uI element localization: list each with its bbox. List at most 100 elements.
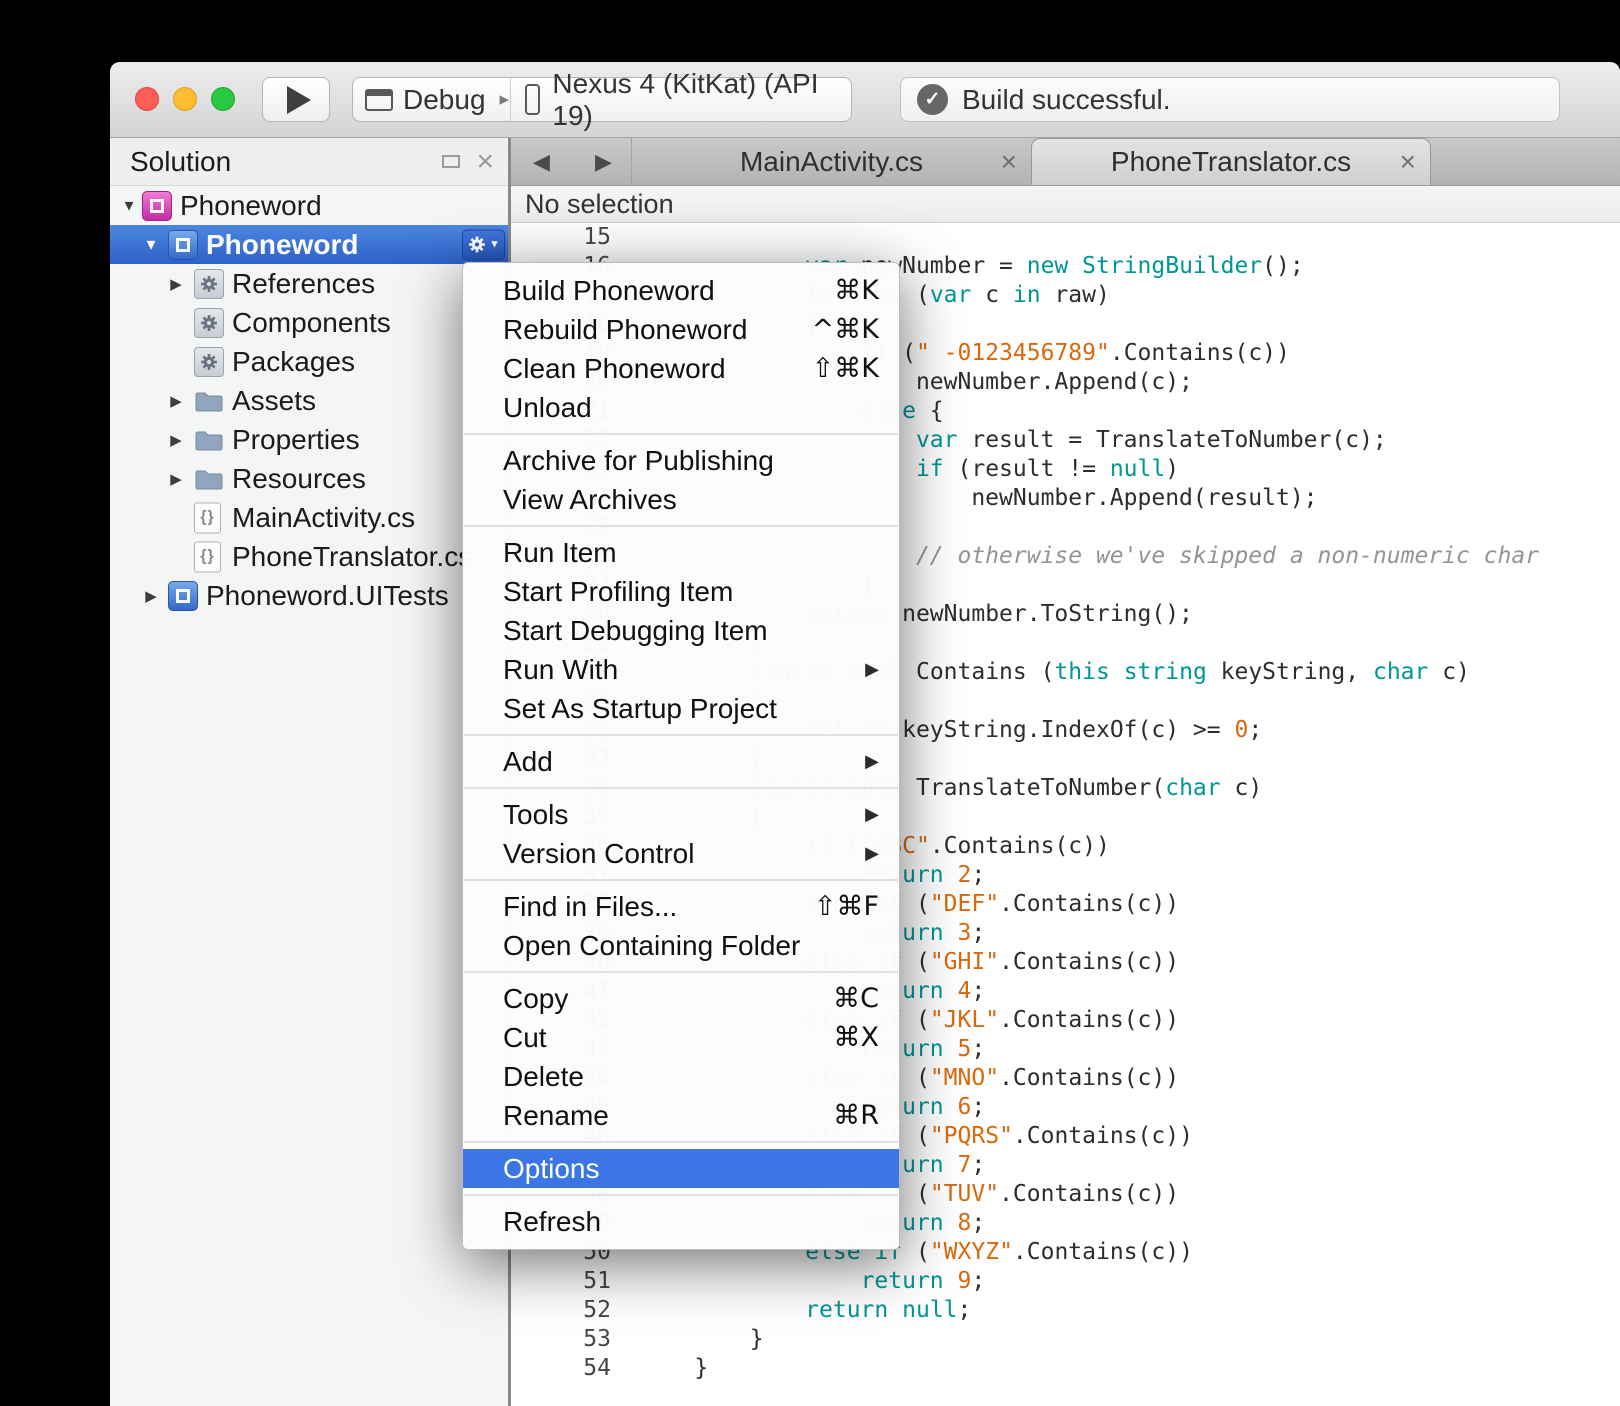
disclosure-triangle-icon[interactable]: ▶ xyxy=(165,431,187,449)
menu-shortcut: ⌘R xyxy=(833,1100,879,1131)
configuration-label: Debug xyxy=(403,84,486,116)
menu-item-set-as-startup-project[interactable]: Set As Startup Project xyxy=(463,689,899,728)
tree-item-phoneword-uitests[interactable]: ▶Phoneword.UITests xyxy=(110,576,508,615)
chevron-right-icon: ▸ xyxy=(500,88,510,111)
run-button[interactable] xyxy=(262,77,330,122)
menu-item-label: Start Debugging Item xyxy=(503,615,879,647)
submenu-arrow-icon: ▶ xyxy=(865,804,879,825)
line-number: 52 xyxy=(511,1296,611,1325)
titlebar: Debug ▸ Nexus 4 (KitKat) (API 19) ✓ Buil… xyxy=(110,62,1620,138)
close-window-button[interactable] xyxy=(135,87,159,111)
folder-icon xyxy=(194,386,224,416)
submenu-arrow-icon: ▶ xyxy=(865,751,879,772)
disclosure-triangle-icon[interactable]: ▶ xyxy=(165,392,187,410)
menu-item-label: Options xyxy=(503,1153,879,1185)
menu-item-label: Delete xyxy=(503,1061,879,1093)
tree-item-assets[interactable]: ▶ Assets xyxy=(110,381,508,420)
menu-item-build-phoneword[interactable]: Build Phoneword⌘K xyxy=(463,271,899,310)
menu-item-refresh[interactable]: Refresh xyxy=(463,1202,899,1241)
zoom-window-button[interactable] xyxy=(211,87,235,111)
menu-item-label: Start Profiling Item xyxy=(503,576,879,608)
menu-item-delete[interactable]: Delete xyxy=(463,1057,899,1096)
menu-separator xyxy=(464,433,898,435)
submenu-arrow-icon: ▶ xyxy=(865,659,879,680)
close-tab-icon[interactable]: × xyxy=(1400,148,1416,176)
menu-item-unload[interactable]: Unload xyxy=(463,388,899,427)
tree-item-resources[interactable]: ▶Resources xyxy=(110,459,508,498)
minimize-window-button[interactable] xyxy=(173,87,197,111)
tree-item-mainactivity-cs[interactable]: {}MainActivity.cs xyxy=(110,498,508,537)
menu-item-run-with[interactable]: Run With▶ xyxy=(463,650,899,689)
configuration-selector[interactable]: Debug ▸ xyxy=(353,78,511,121)
project2-icon xyxy=(168,581,198,611)
menu-separator xyxy=(464,525,898,527)
tree-item-components[interactable]: Components xyxy=(110,303,508,342)
menu-item-archive-for-publishing[interactable]: Archive for Publishing xyxy=(463,441,899,480)
gearbox-icon xyxy=(194,308,224,338)
disclosure-triangle-icon[interactable]: ▶ xyxy=(140,587,162,605)
menu-item-label: Clean Phoneword xyxy=(503,353,812,385)
folder-icon xyxy=(194,464,224,494)
menu-item-view-archives[interactable]: View Archives xyxy=(463,480,899,519)
tree-item-label: References xyxy=(232,268,375,300)
tree-item-properties[interactable]: ▶ Properties xyxy=(110,420,508,459)
menu-item-label: Archive for Publishing xyxy=(503,445,879,477)
menu-item-rebuild-phoneword[interactable]: Rebuild Phoneword^⌘K xyxy=(463,310,899,349)
ide-window: Debug ▸ Nexus 4 (KitKat) (API 19) ✓ Buil… xyxy=(110,62,1620,1406)
dock-pad-icon[interactable] xyxy=(442,155,460,168)
menu-item-run-item[interactable]: Run Item xyxy=(463,533,899,572)
menu-item-label: Run Item xyxy=(503,537,879,569)
menu-item-copy[interactable]: Copy⌘C xyxy=(463,979,899,1018)
tree-item-label: Assets xyxy=(232,385,316,417)
menu-item-clean-phoneword[interactable]: Clean Phoneword⇧⌘K xyxy=(463,349,899,388)
device-selector[interactable]: Nexus 4 (KitKat) (API 19) xyxy=(511,78,851,121)
folder-icon xyxy=(194,425,224,455)
menu-item-add[interactable]: Add▶ xyxy=(463,742,899,781)
menu-item-open-containing-folder[interactable]: Open Containing Folder xyxy=(463,926,899,965)
tree-item-label: Properties xyxy=(232,424,360,456)
menu-item-label: Unload xyxy=(503,392,879,424)
menu-separator xyxy=(464,734,898,736)
disclosure-triangle-icon[interactable]: ▼ xyxy=(140,236,162,253)
tree-item-phoneword[interactable]: ▼Phoneword xyxy=(110,186,508,225)
disclosure-triangle-icon[interactable]: ▶ xyxy=(165,275,187,293)
menu-item-label: Find in Files... xyxy=(503,891,814,923)
tree-item-references[interactable]: ▶ References xyxy=(110,264,508,303)
pad-header: Solution × xyxy=(110,138,508,186)
code-line: return 9; xyxy=(639,1267,1539,1296)
build-status[interactable]: ✓ Build successful. xyxy=(900,77,1560,122)
code-line: return null; xyxy=(639,1296,1539,1325)
menu-shortcut: ⌘X xyxy=(834,1022,880,1053)
menu-item-options[interactable]: Options xyxy=(463,1149,899,1188)
pad-title: Solution xyxy=(130,146,231,178)
tab-phonetranslator[interactable]: PhoneTranslator.cs × xyxy=(1031,138,1431,185)
check-icon: ✓ xyxy=(917,84,948,115)
tab-mainactivity[interactable]: MainActivity.cs × xyxy=(631,138,1031,185)
project-context-menu: Build Phoneword⌘KRebuild Phoneword^⌘KCle… xyxy=(462,262,900,1250)
menu-item-label: Set As Startup Project xyxy=(503,693,879,725)
navigate-forward-icon[interactable]: ▶ xyxy=(595,138,612,185)
menu-item-version-control[interactable]: Version Control▶ xyxy=(463,834,899,873)
menu-item-label: Open Containing Folder xyxy=(503,930,879,962)
navigate-back-icon[interactable]: ◀ xyxy=(533,138,550,185)
solution-tree: ▼Phoneword▼Phoneword▼ ▶ ReferencesComponen… xyxy=(110,186,508,1406)
menu-item-start-profiling-item[interactable]: Start Profiling Item xyxy=(463,572,899,611)
configuration-icon xyxy=(365,89,393,111)
play-icon xyxy=(287,86,311,114)
csfile-icon: {} xyxy=(194,541,221,572)
menu-item-cut[interactable]: Cut⌘X xyxy=(463,1018,899,1057)
disclosure-triangle-icon[interactable]: ▼ xyxy=(118,197,140,214)
menu-item-start-debugging-item[interactable]: Start Debugging Item xyxy=(463,611,899,650)
close-tab-icon[interactable]: × xyxy=(1001,148,1017,176)
tree-item-phonetranslator-cs[interactable]: {}PhoneTranslator.cs xyxy=(110,537,508,576)
menu-item-rename[interactable]: Rename⌘R xyxy=(463,1096,899,1135)
close-pad-icon[interactable]: × xyxy=(476,147,494,177)
gearbox-icon xyxy=(194,269,224,299)
tree-item-packages[interactable]: Packages xyxy=(110,342,508,381)
menu-item-find-in-files[interactable]: Find in Files...⇧⌘F xyxy=(463,887,899,926)
tree-item-phoneword[interactable]: ▼Phoneword▼ xyxy=(110,225,508,264)
disclosure-triangle-icon[interactable]: ▶ xyxy=(165,470,187,488)
project-options-button[interactable]: ▼ xyxy=(462,229,505,260)
menu-item-tools[interactable]: Tools▶ xyxy=(463,795,899,834)
menu-separator xyxy=(464,1194,898,1196)
